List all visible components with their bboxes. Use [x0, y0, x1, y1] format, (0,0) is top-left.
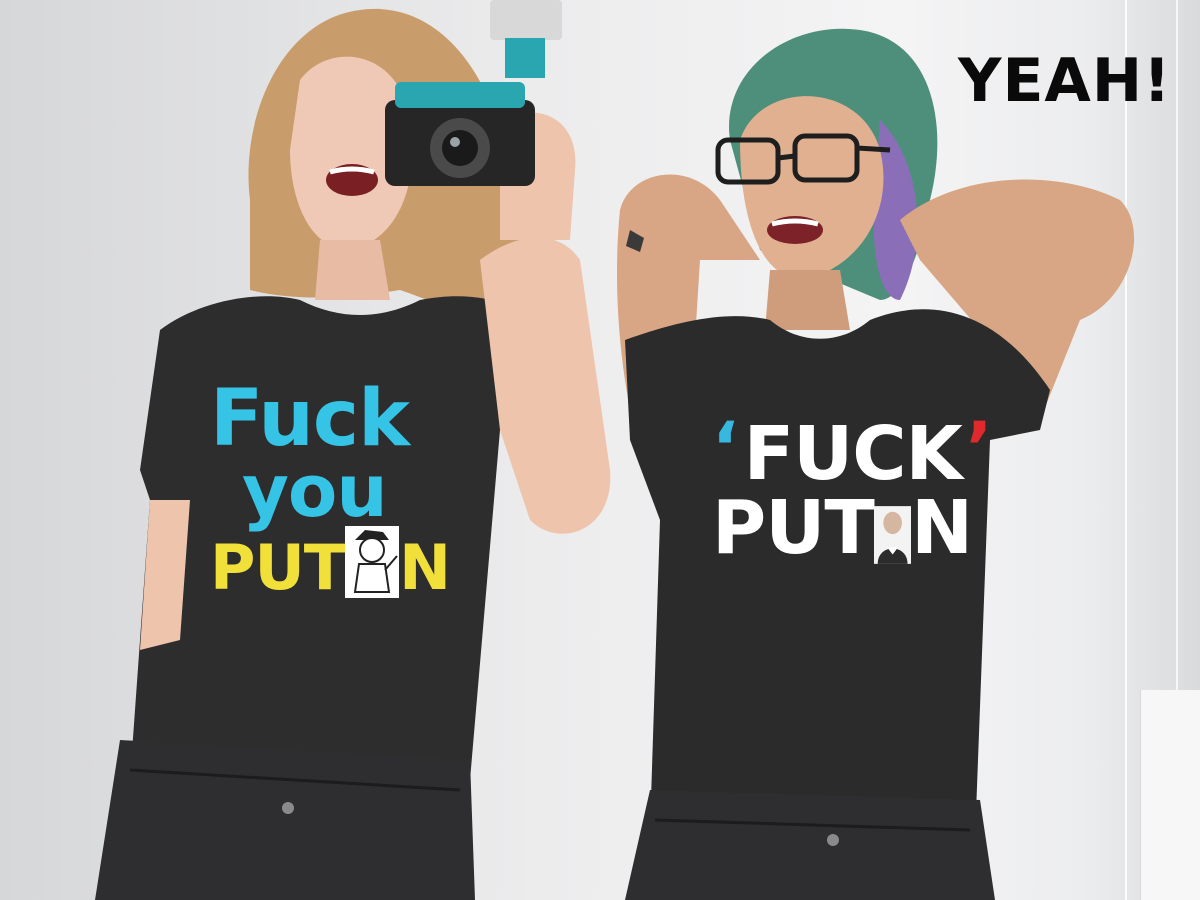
left-shirt-print: Fuck you PUT N	[210, 374, 500, 604]
right-shirt-fuck-text: FUCK	[743, 411, 963, 497]
yeah-caption: YEAH!	[958, 46, 1172, 116]
left-shirt-line3-start: PUT	[210, 531, 346, 604]
right-shirt-open-quote: ‘	[712, 407, 739, 489]
right-shirt-close-quote: ’	[965, 407, 993, 489]
right-person-tshirt	[625, 309, 1050, 840]
right-shirt-line2-start: PUT	[712, 485, 875, 571]
right-shirt-line1: ‘ FUCK ’	[712, 407, 992, 497]
right-shirt-print: ‘ FUCK ’ PUT N	[712, 407, 992, 571]
right-person	[617, 28, 1135, 900]
left-shirt-line3-end: N	[399, 531, 451, 604]
cartoon-figure-icon	[345, 526, 400, 598]
right-person-jeans	[625, 790, 995, 900]
left-shirt-line3: PUT N	[210, 526, 500, 604]
right-shirt-line2-end: N	[911, 485, 973, 571]
photo-scene: Fuck you PUT N ‘ FUCK ’ PUT N YEAH!	[0, 0, 1200, 900]
left-shirt-line2: you	[242, 449, 388, 533]
portrait-photo-icon	[873, 506, 912, 564]
right-shirt-line2: PUT N	[712, 485, 973, 571]
left-shirt-line1: Fuck	[210, 374, 410, 464]
